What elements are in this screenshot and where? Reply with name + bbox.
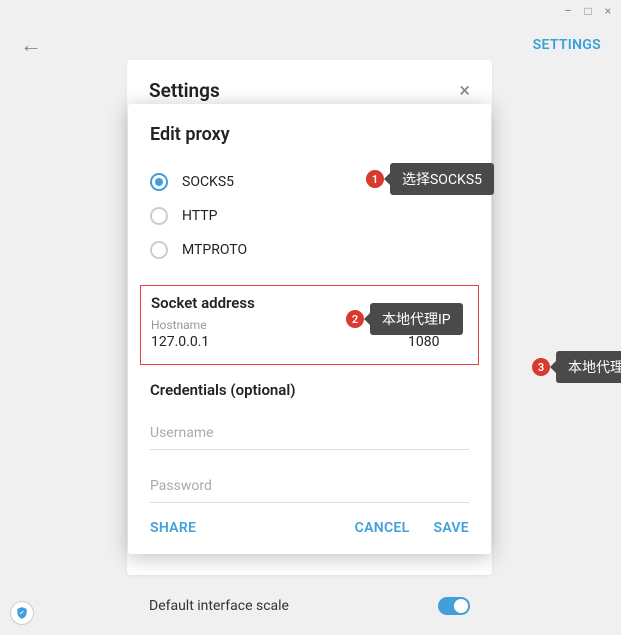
annotation-callout: 本地代理默认端口 (556, 351, 621, 383)
annotation-callout: 选择SOCKS5 (390, 163, 494, 195)
settings-title: Settings (149, 79, 220, 102)
radio-button-icon (150, 173, 168, 191)
save-button[interactable]: SAVE (433, 520, 469, 536)
radio-button-icon (150, 207, 168, 225)
radio-label: MTPROTO (182, 242, 247, 258)
annotation-2: 2 本地代理IP (346, 303, 463, 335)
radio-http[interactable]: HTTP (150, 199, 469, 233)
settings-link[interactable]: SETTINGS (533, 37, 601, 53)
back-arrow-icon[interactable]: ← (20, 32, 42, 58)
close-window-button[interactable]: × (601, 4, 615, 18)
maximize-button[interactable]: □ (581, 4, 595, 18)
radio-label: HTTP (182, 208, 217, 224)
modal-title: Edit proxy (150, 124, 469, 145)
close-icon[interactable]: × (459, 78, 470, 102)
username-input[interactable] (150, 417, 469, 450)
window-controls: – □ × (561, 4, 615, 18)
annotation-badge: 2 (346, 310, 364, 328)
interface-scale-toggle[interactable] (438, 597, 470, 615)
annotation-badge: 1 (366, 170, 384, 188)
annotation-3: 3 本地代理默认端口 (532, 351, 621, 383)
share-button[interactable]: SHARE (150, 520, 196, 536)
credentials-section-label: Credentials (optional) (150, 381, 469, 399)
password-input[interactable] (150, 470, 469, 503)
shield-icon[interactable] (10, 601, 34, 625)
cancel-button[interactable]: CANCEL (355, 520, 410, 536)
radio-label: SOCKS5 (182, 174, 234, 190)
annotation-callout: 本地代理IP (370, 303, 463, 335)
port-value: 1080 (408, 334, 468, 354)
minimize-button[interactable]: – (561, 4, 575, 18)
hostname-value: 127.0.0.1 (151, 334, 388, 354)
annotation-badge: 3 (532, 358, 550, 376)
radio-button-icon (150, 241, 168, 259)
radio-mtproto[interactable]: MTPROTO (150, 233, 469, 267)
annotation-1: 1 选择SOCKS5 (366, 163, 494, 195)
toggle-label: Default interface scale (149, 598, 289, 614)
modal-button-row: SHARE CANCEL SAVE (150, 520, 469, 536)
